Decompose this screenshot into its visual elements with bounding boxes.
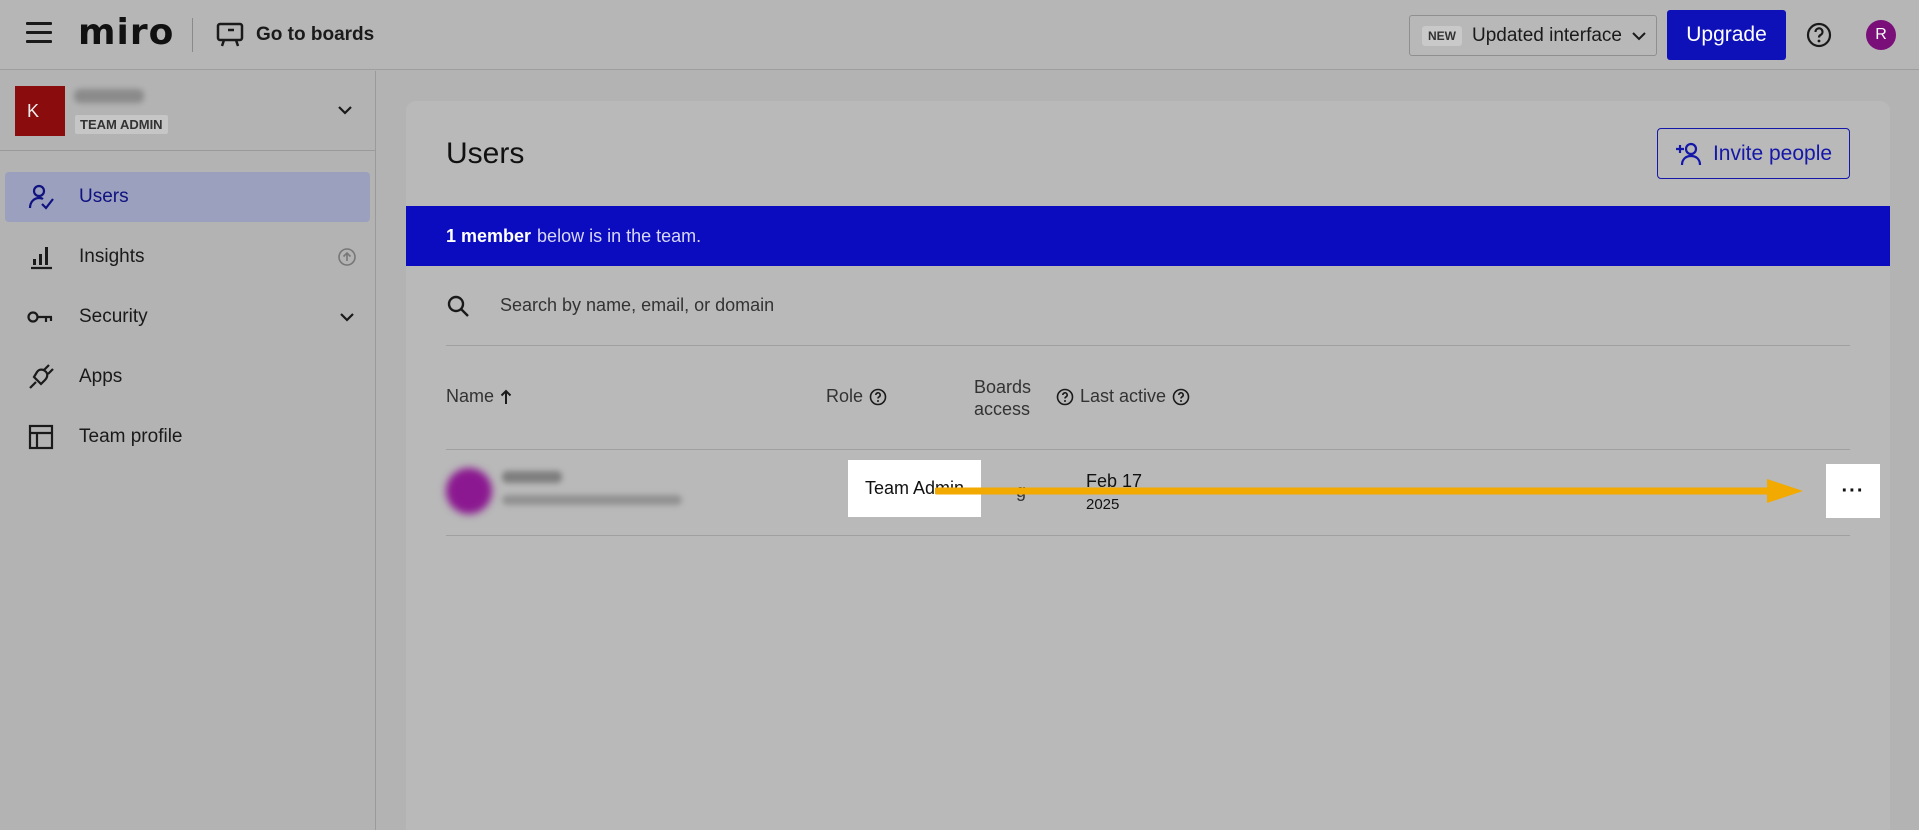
sidebar-item-label: Users	[79, 186, 129, 207]
column-last-active: Last active	[1056, 386, 1190, 407]
upgrade-button[interactable]: Upgrade	[1667, 10, 1786, 60]
new-badge: NEW	[1422, 25, 1462, 46]
bar-chart-icon	[31, 247, 52, 270]
table-header: Name Role Boards access Last active	[446, 346, 1850, 450]
top-bar: miro Go to boards NEW Updated interface …	[0, 0, 1919, 70]
page-title: Users	[446, 137, 525, 170]
board-icon	[216, 22, 244, 47]
key-icon	[27, 311, 53, 323]
sidebar-item-label: Security	[79, 306, 148, 327]
sidebar-item-team-profile[interactable]: Team profile	[5, 412, 370, 462]
sidebar-item-label: Insights	[79, 246, 145, 267]
more-options-button[interactable]: ···	[1826, 464, 1880, 518]
help-icon[interactable]	[1056, 388, 1074, 406]
user-avatar[interactable]: R	[1866, 20, 1896, 50]
team-name-redacted	[74, 89, 144, 103]
column-name[interactable]: Name	[446, 386, 512, 407]
help-icon[interactable]	[1806, 22, 1832, 48]
help-icon[interactable]	[869, 388, 887, 406]
sidebar-item-label: Apps	[79, 366, 123, 387]
sidebar-item-users[interactable]: Users	[5, 172, 370, 222]
interface-switcher[interactable]: NEW Updated interface	[1409, 15, 1657, 56]
sidebar-item-apps[interactable]: Apps	[5, 352, 370, 402]
user-name-redacted	[502, 471, 562, 483]
menu-icon[interactable]	[26, 22, 52, 46]
search-icon	[447, 295, 469, 317]
layout-icon	[28, 424, 54, 450]
highlight-arrow	[935, 479, 1803, 503]
column-role: Role	[826, 386, 887, 407]
chevron-down-icon	[338, 106, 352, 115]
team-logo: K	[15, 86, 65, 136]
column-boards-label: Boards	[974, 377, 1032, 397]
plug-icon	[29, 364, 54, 389]
sidebar: K TEAM ADMIN Users Insights Security App…	[0, 71, 376, 830]
column-access-label: access	[974, 399, 1031, 419]
column-name-label: Name	[446, 386, 495, 406]
team-role-badge: TEAM ADMIN	[75, 115, 168, 134]
upgrade-arrow-icon	[338, 248, 356, 266]
search-input[interactable]	[500, 295, 1100, 316]
help-icon[interactable]	[1172, 388, 1190, 406]
divider	[192, 18, 193, 52]
sidebar-item-security[interactable]: Security	[5, 292, 370, 342]
avatar	[446, 468, 492, 514]
sidebar-item-insights[interactable]: Insights	[5, 232, 370, 282]
invite-people-button[interactable]: Invite people	[1657, 128, 1850, 179]
sidebar-item-label: Team profile	[79, 426, 183, 447]
users-panel: Users Invite people 1 member below is in…	[406, 101, 1890, 830]
chevron-down-icon	[340, 313, 354, 322]
user-email-redacted	[502, 495, 682, 505]
search-bar	[446, 266, 1850, 346]
banner-text: below is in the team.	[537, 225, 702, 246]
user-check-icon	[28, 184, 54, 210]
column-boards-access: Boards access	[974, 376, 1031, 420]
member-count-banner: 1 member below is in the team.	[406, 206, 1890, 266]
team-switcher[interactable]: K TEAM ADMIN	[0, 71, 375, 151]
column-role-label: Role	[826, 386, 864, 406]
invite-people-label: Invite people	[1712, 141, 1833, 165]
miro-logo[interactable]: miro	[78, 10, 174, 56]
go-to-boards-label: Go to boards	[256, 24, 375, 45]
column-last-active-label: Last active	[1080, 386, 1167, 406]
interface-label: Updated interface	[1472, 24, 1622, 46]
chevron-down-icon	[1632, 31, 1646, 40]
arrow-up-icon	[500, 389, 512, 404]
add-user-icon	[1675, 142, 1702, 165]
member-count: 1 member	[446, 225, 532, 246]
go-to-boards-button[interactable]: Go to boards	[216, 20, 374, 50]
